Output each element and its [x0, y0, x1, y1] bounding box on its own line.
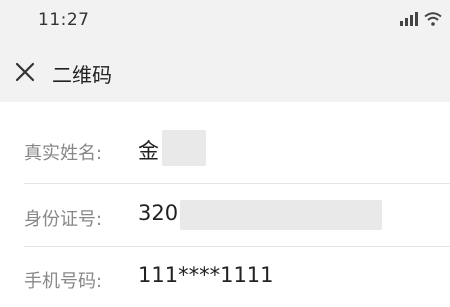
redacted-blur	[180, 200, 382, 230]
id-number-row: 身份证号: 320	[0, 184, 450, 244]
close-icon[interactable]	[13, 60, 37, 84]
header: 二维码	[0, 44, 450, 102]
status-icons	[400, 12, 442, 26]
signal-icon	[400, 12, 418, 26]
status-bar: 11:27	[0, 0, 450, 44]
phone-label: 手机号码:	[24, 271, 103, 292]
page-title: 二维码	[52, 63, 112, 87]
real-name-label: 真实姓名:	[24, 143, 103, 164]
status-time: 11:27	[38, 10, 90, 30]
real-name-row: 真实姓名: 金	[0, 122, 450, 182]
phone-row: 手机号码: 111****1111	[0, 247, 450, 307]
phone-value: 111****1111	[138, 263, 274, 287]
wifi-icon	[424, 12, 442, 26]
info-list: 真实姓名: 金 身份证号: 320 手机号码: 111****1111	[0, 102, 450, 300]
real-name-value: 金	[138, 139, 159, 163]
id-number-label: 身份证号:	[24, 209, 103, 230]
redacted-blur	[162, 130, 206, 166]
id-number-value: 320	[138, 201, 179, 225]
